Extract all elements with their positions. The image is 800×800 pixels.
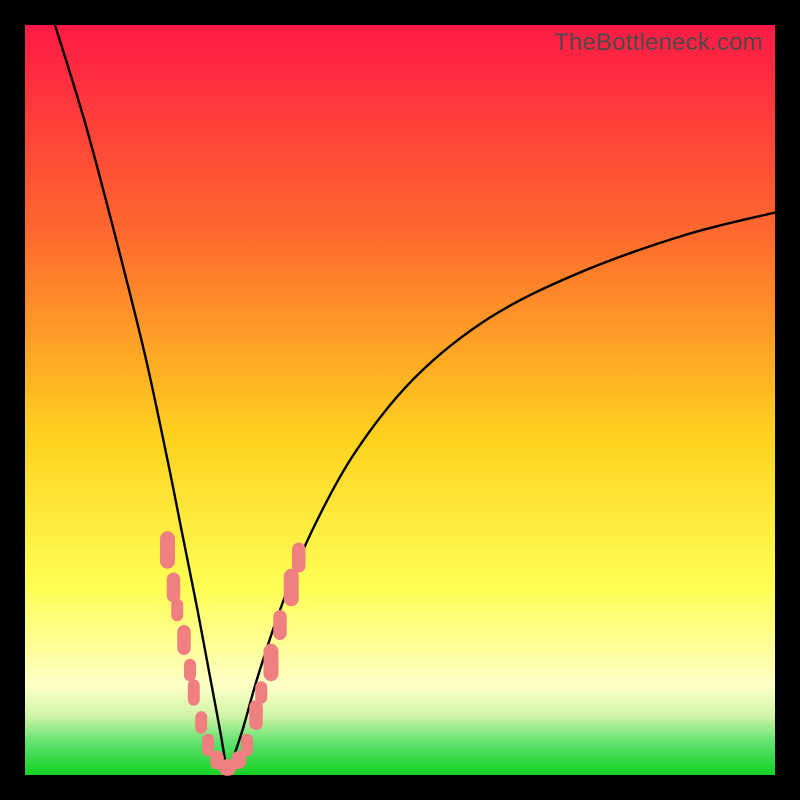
marker-point: [184, 659, 196, 682]
curve-right-branch: [228, 213, 776, 776]
plot-area: TheBottleneck.com: [25, 25, 775, 775]
marker-point: [292, 543, 306, 573]
chart-frame: TheBottleneck.com: [0, 0, 800, 800]
marker-point: [273, 610, 287, 640]
marker-point: [249, 700, 263, 730]
curve-left-branch: [55, 25, 228, 775]
marker-point: [188, 679, 200, 705]
marker-point: [284, 569, 299, 607]
marker-point: [255, 681, 267, 704]
marker-point: [171, 599, 183, 622]
curve-layer: [25, 25, 775, 775]
marker-point: [167, 573, 181, 603]
marker-point: [177, 625, 191, 655]
marker-point: [160, 531, 175, 569]
marker-point: [241, 734, 253, 757]
marker-group: [160, 531, 306, 776]
marker-point: [264, 644, 279, 682]
watermark-text: TheBottleneck.com: [554, 29, 763, 57]
marker-point: [195, 711, 207, 734]
